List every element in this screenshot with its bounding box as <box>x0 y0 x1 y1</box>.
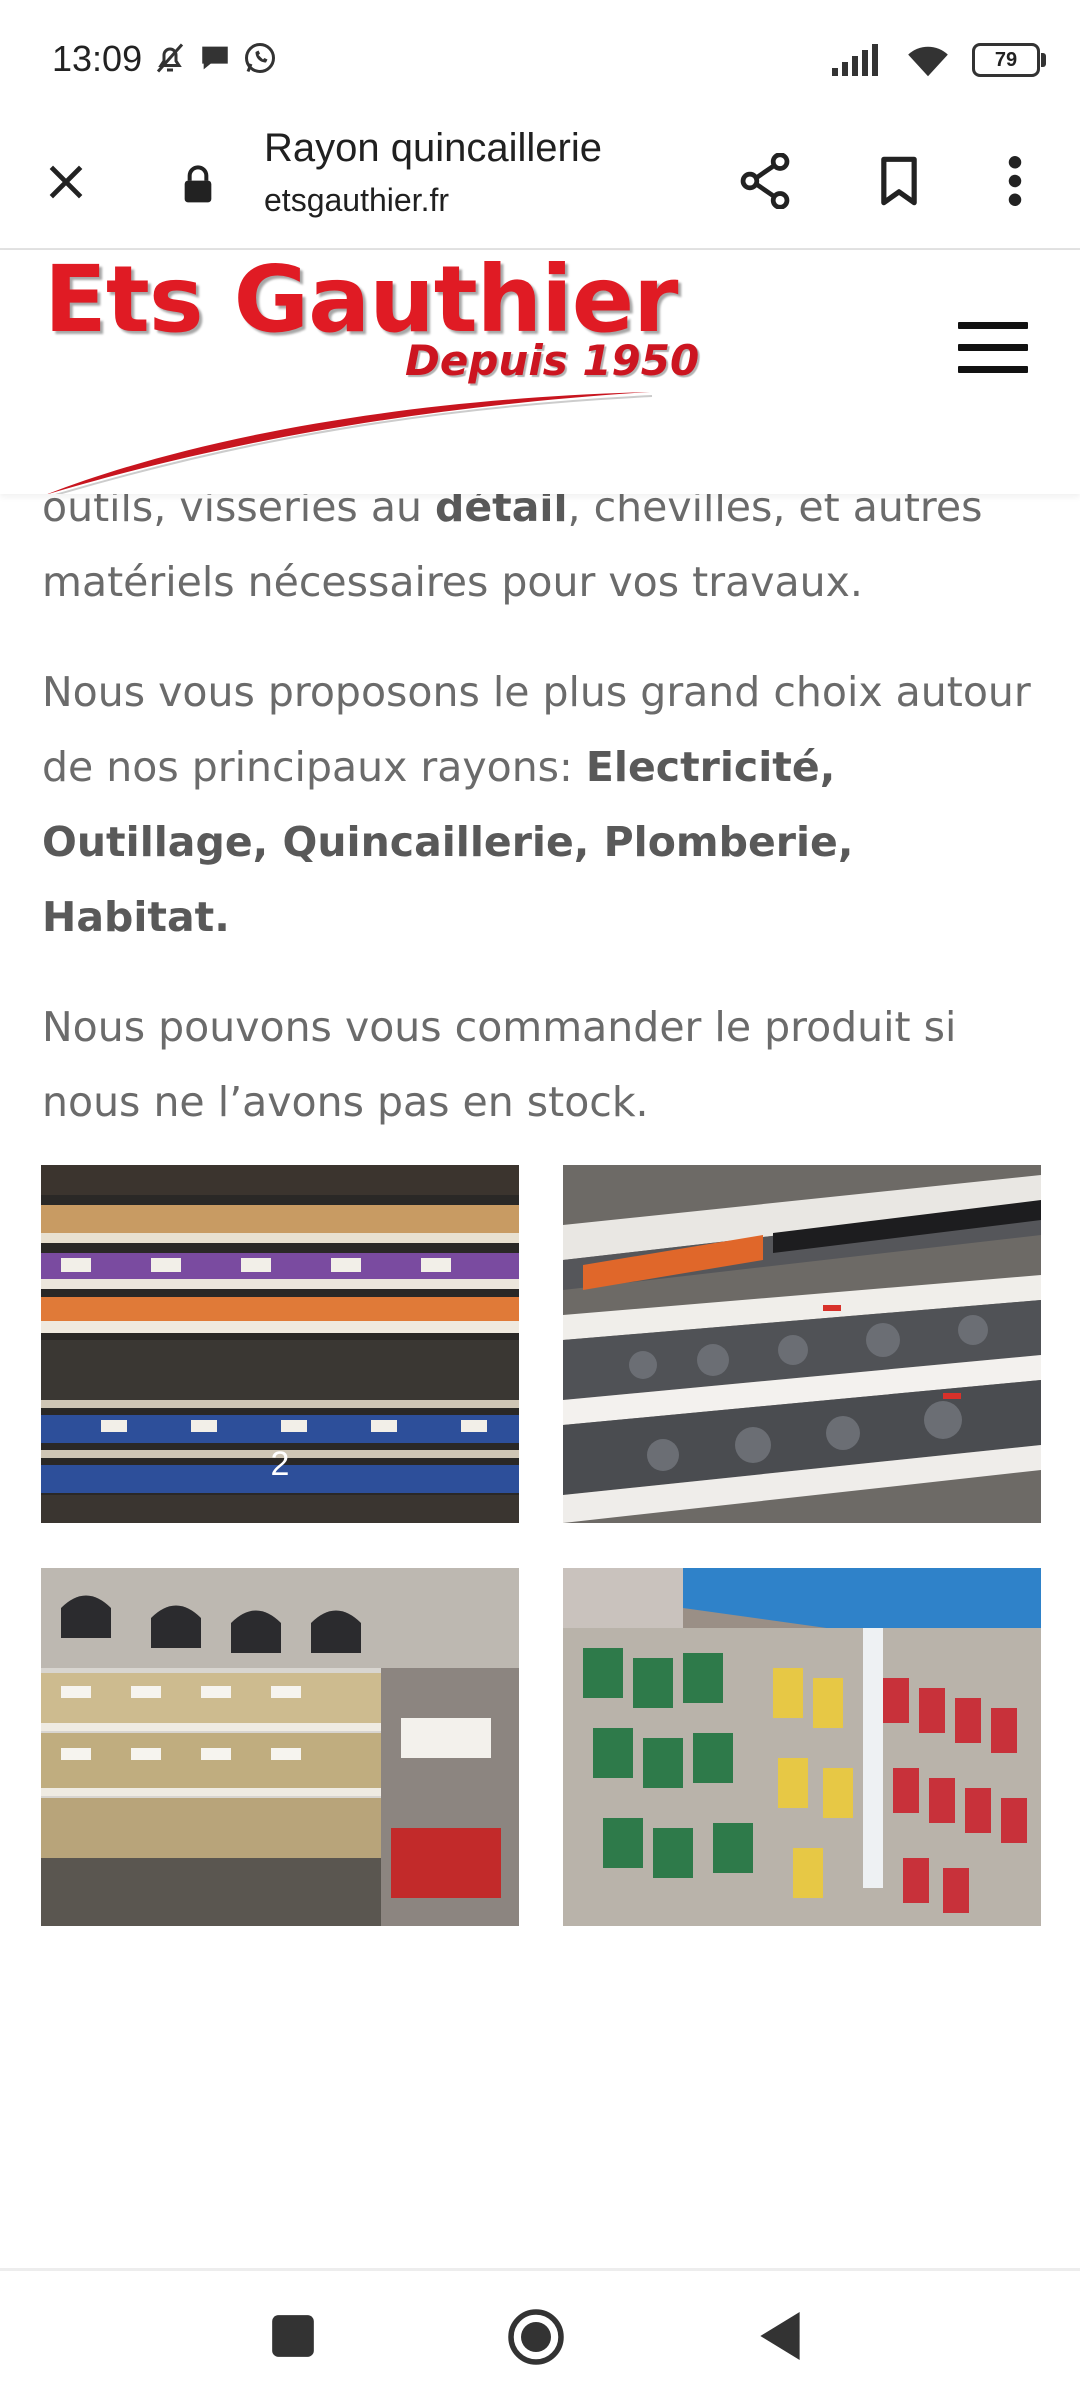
hamburger-menu-button[interactable] <box>958 322 1028 378</box>
status-system-icons: 79 <box>832 40 1046 80</box>
gallery-image-caption: 2 <box>270 1445 290 1483</box>
gallery-image-hooks-shelves[interactable] <box>41 1568 519 1926</box>
browser-toolbar: Rayon quincaillerie etsgauthier.fr <box>0 120 1080 250</box>
paragraph-order: Nous pouvons vous commander le produit s… <box>42 1003 957 1126</box>
hooks-shelves-photo <box>41 1568 519 1926</box>
status-bar: 13:09 79 <box>0 0 1080 120</box>
paragraph-departments: Nous vous proposons le plus grand choix … <box>42 668 1031 941</box>
back-button[interactable] <box>756 2309 804 2367</box>
signal-icon <box>832 44 878 76</box>
home-button[interactable] <box>506 2307 566 2371</box>
bell-off-icon <box>156 43 184 73</box>
logo-swoosh <box>47 392 653 494</box>
system-navigation-bar <box>0 2268 1080 2403</box>
chat-bubble-icon <box>202 46 228 70</box>
wifi-icon <box>908 46 948 77</box>
more-options-button[interactable] <box>990 146 1040 216</box>
battery-icon: 79 <box>972 43 1046 77</box>
recents-square-icon <box>272 2315 314 2357</box>
bookmark-icon <box>881 156 917 206</box>
bookmark-button[interactable] <box>864 146 934 216</box>
share-icon <box>740 153 790 209</box>
recents-button[interactable] <box>268 2311 318 2365</box>
home-circle-icon <box>508 2309 564 2365</box>
page-title: Rayon quincaillerie <box>264 126 602 170</box>
close-icon <box>49 165 83 199</box>
page-content: outils, visseries au détail, chevilles, … <box>42 470 1052 1175</box>
site-security-button[interactable] <box>170 154 226 214</box>
status-time: 13:09 <box>52 38 143 79</box>
gallery-image-hardware-shelves[interactable]: 2 <box>41 1165 519 1523</box>
close-tab-button[interactable] <box>34 150 98 214</box>
menu-line <box>958 344 1028 351</box>
share-button[interactable] <box>730 146 800 216</box>
pvc-fittings-photo <box>563 1165 1041 1523</box>
whatsapp-icon <box>245 43 275 73</box>
page-url: etsgauthier.fr <box>264 182 449 218</box>
gallery-image-fittings-wall[interactable] <box>563 1568 1041 1926</box>
battery-level: 79 <box>994 49 1018 71</box>
site-header: Ets Gauthier Depuis 1950 <box>0 246 1080 494</box>
menu-line <box>958 322 1028 329</box>
fittings-wall-photo <box>563 1568 1041 1926</box>
more-vert-icon <box>1008 156 1022 206</box>
site-logo[interactable]: Ets Gauthier Depuis 1950 <box>40 246 699 494</box>
menu-line <box>958 366 1028 373</box>
gallery-image-pvc-fittings[interactable] <box>563 1165 1041 1523</box>
status-notification-icons <box>152 38 278 78</box>
lock-icon <box>184 165 212 203</box>
back-triangle-icon <box>760 2312 800 2360</box>
